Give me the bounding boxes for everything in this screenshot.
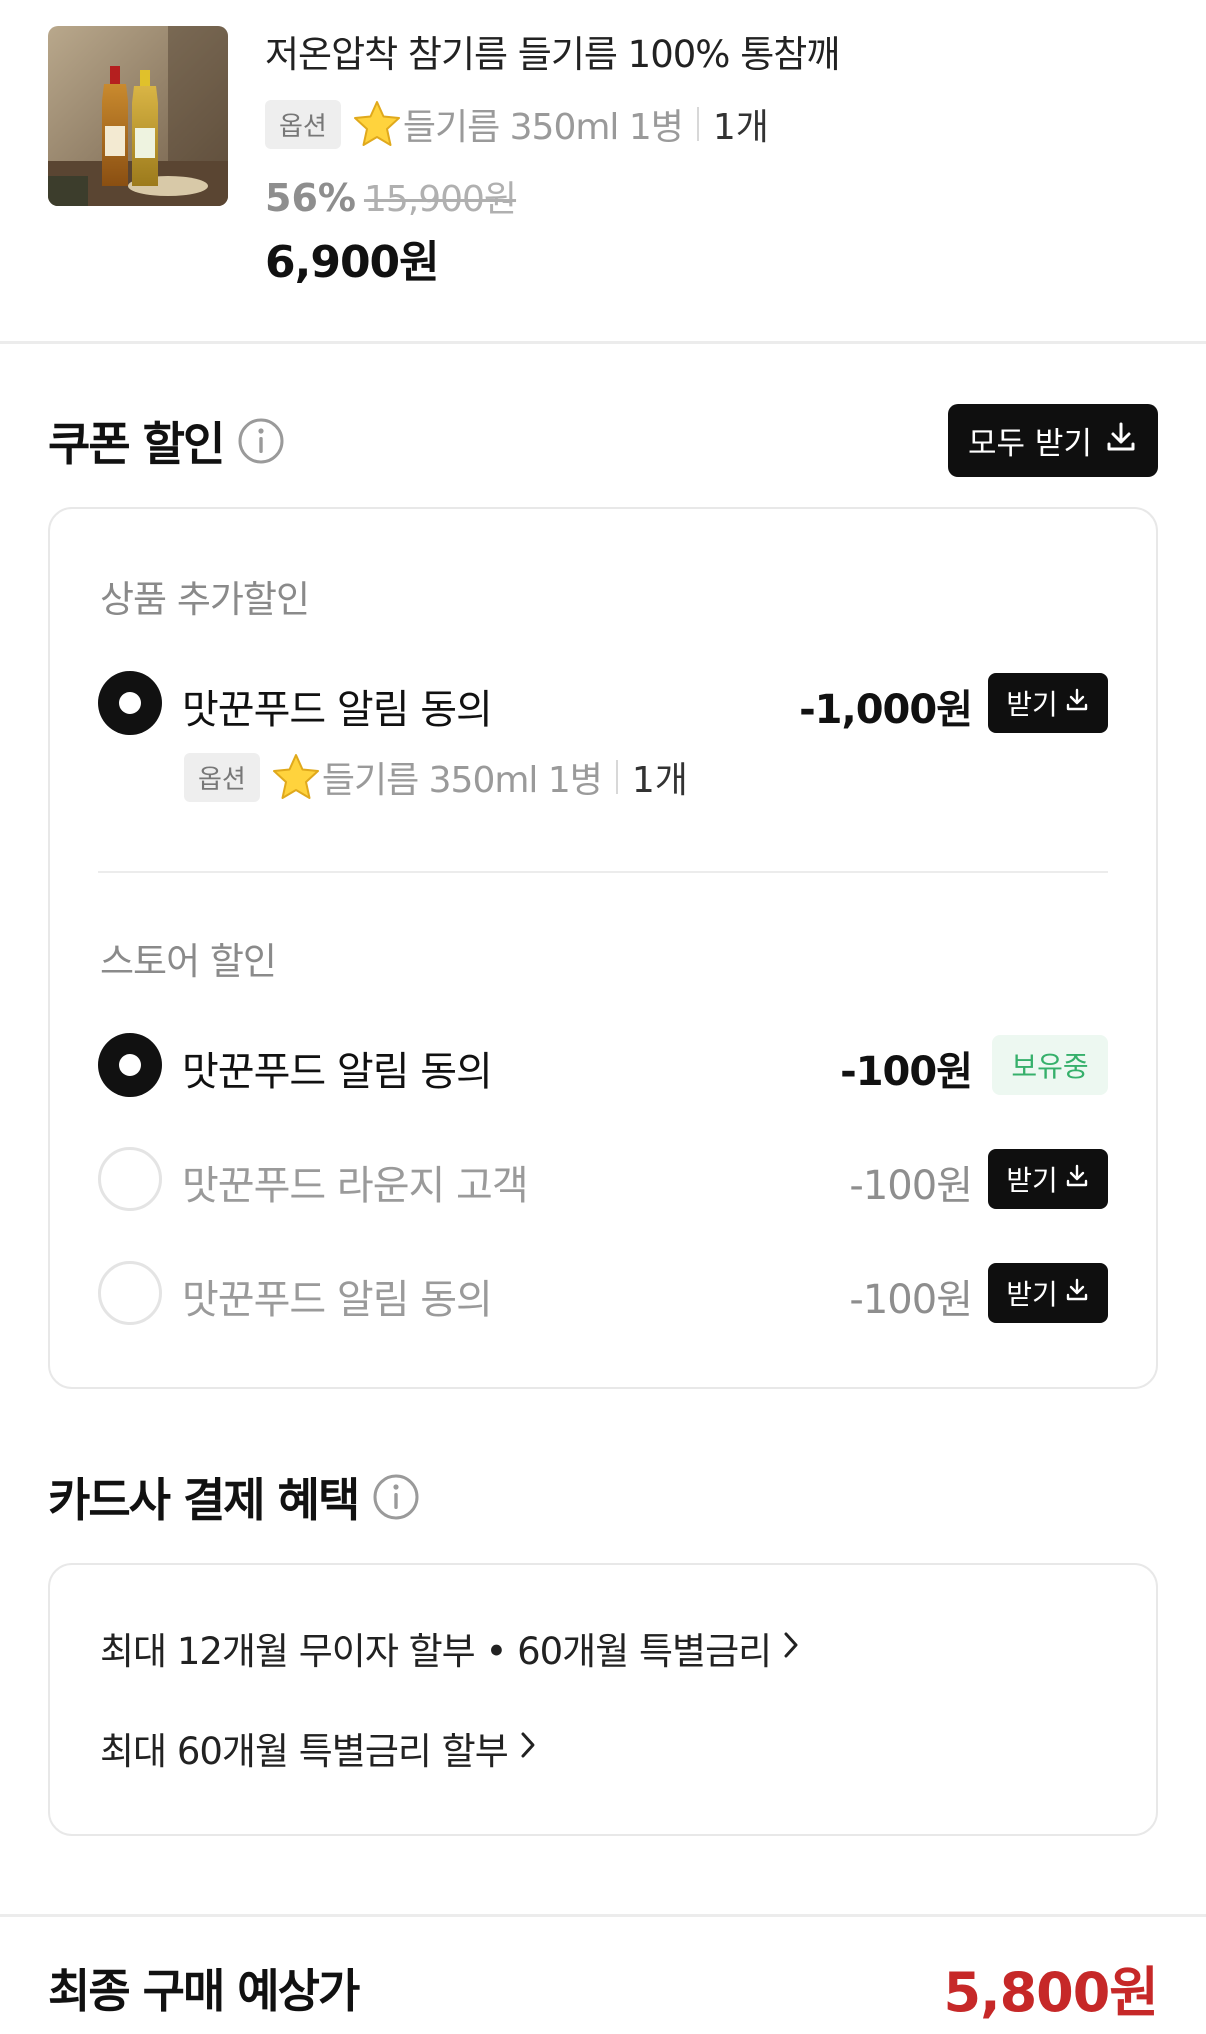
original-price: 15,900원: [363, 179, 517, 220]
card-benefit-title-text: 카드사 결제 혜택: [48, 1473, 360, 1527]
section-divider: [0, 1914, 1206, 1917]
product-summary: 저온압착 참기름 들기름 100% 통참깨 옵션 들기름 350ml 1병 1개…: [0, 0, 1206, 343]
sale-price: 6,900원: [265, 237, 440, 288]
option-text: 들기름 350ml 1병: [321, 760, 603, 801]
product-coupon-group-label: 상품 추가할인: [100, 578, 310, 621]
star-icon: [351, 98, 403, 150]
product-option-row: 옵션 들기름 350ml 1병 1개: [265, 96, 769, 152]
download-all-button[interactable]: 모두 받기: [948, 404, 1158, 477]
coupon-option-row: 옵션 들기름 350ml 1병 1개: [184, 749, 688, 805]
download-icon: [1058, 687, 1090, 720]
coupon-amount: -100원: [840, 1049, 973, 1095]
info-circle-icon[interactable]: [372, 1473, 420, 1521]
price-discount-row: 56% 15,900원: [265, 170, 517, 222]
coupon-row[interactable]: 맛꾼푸드 라운지 고객 -100원 받기: [98, 1145, 1108, 1213]
coupon-radio-unselected[interactable]: [98, 1147, 162, 1211]
coupon-section-title: 쿠폰 할인: [48, 408, 285, 474]
coupon-name: 맛꾼푸드 라운지 고객: [182, 1163, 529, 1209]
product-name[interactable]: 저온압착 참기름 들기름 100% 통참깨: [265, 24, 840, 78]
final-price-label: 최종 구매 예상가: [48, 1964, 360, 2018]
star-icon: [270, 751, 322, 803]
option-quantity: 1개: [712, 107, 769, 148]
option-separator: [615, 760, 618, 794]
option-chip: 옵션: [184, 752, 260, 802]
benefit-text: 최대 12개월 무이자 할부 • 60개월 특별금리: [100, 1630, 772, 1673]
option-chip: 옵션: [265, 99, 341, 149]
coupon-radio-selected[interactable]: [98, 1033, 162, 1097]
download-icon: [1058, 1163, 1090, 1196]
option-text: 들기름 350ml 1병: [402, 107, 684, 148]
get-coupon-button[interactable]: 받기: [988, 673, 1108, 733]
chevron-right-icon: [508, 1727, 538, 1770]
card-benefit-card: 최대 12개월 무이자 할부 • 60개월 특별금리 최대 60개월 특별금리 …: [48, 1563, 1158, 1836]
coupon-card: 상품 추가할인 맛꾼푸드 알림 동의 -1,000원 받기 옵션 들기름 350…: [48, 507, 1158, 1389]
download-icon: [1092, 420, 1138, 462]
download-all-label: 모두 받기: [968, 426, 1092, 462]
coupon-name: 맛꾼푸드 알림 동의: [182, 1277, 493, 1323]
coupon-title-text: 쿠폰 할인: [48, 417, 225, 471]
get-coupon-label: 받기: [1006, 1278, 1058, 1311]
coupon-name: 맛꾼푸드 알림 동의: [182, 1049, 493, 1095]
coupon-amount: -100원: [849, 1163, 973, 1209]
coupon-radio-unselected[interactable]: [98, 1261, 162, 1325]
get-coupon-button[interactable]: 받기: [988, 1263, 1108, 1323]
chevron-right-icon: [771, 1627, 801, 1670]
product-thumbnail[interactable]: [48, 26, 228, 206]
coupon-row[interactable]: 맛꾼푸드 알림 동의 -100원 보유중: [98, 1031, 1108, 1099]
coupon-name: 맛꾼푸드 알림 동의: [182, 687, 493, 733]
coupon-amount: -1,000원: [799, 687, 973, 733]
option-separator: [696, 107, 699, 141]
coupon-amount: -100원: [849, 1277, 973, 1323]
benefit-link[interactable]: 최대 60개월 특별금리 할부: [100, 1721, 538, 1775]
get-coupon-label: 받기: [1006, 688, 1058, 721]
final-price: 5,800원: [943, 1961, 1159, 2024]
benefit-link[interactable]: 최대 12개월 무이자 할부 • 60개월 특별금리: [100, 1621, 801, 1675]
download-icon: [1058, 1277, 1090, 1310]
get-coupon-label: 받기: [1006, 1164, 1058, 1197]
info-circle-icon[interactable]: [237, 417, 285, 465]
store-coupon-group-label: 스토어 할인: [100, 940, 277, 983]
section-divider: [0, 341, 1206, 344]
discount-percent: 56%: [265, 176, 356, 220]
option-quantity: 1개: [631, 760, 688, 801]
coupon-row[interactable]: 맛꾼푸드 알림 동의 -100원 받기: [98, 1259, 1108, 1327]
group-divider: [98, 871, 1108, 873]
owned-badge: 보유중: [992, 1035, 1108, 1095]
coupon-row[interactable]: 맛꾼푸드 알림 동의 -1,000원 받기: [98, 669, 1108, 737]
card-benefit-section-title: 카드사 결제 혜택: [48, 1464, 420, 1530]
coupon-radio-selected[interactable]: [98, 671, 162, 735]
benefit-text: 최대 60개월 특별금리 할부: [100, 1730, 509, 1773]
get-coupon-button[interactable]: 받기: [988, 1149, 1108, 1209]
